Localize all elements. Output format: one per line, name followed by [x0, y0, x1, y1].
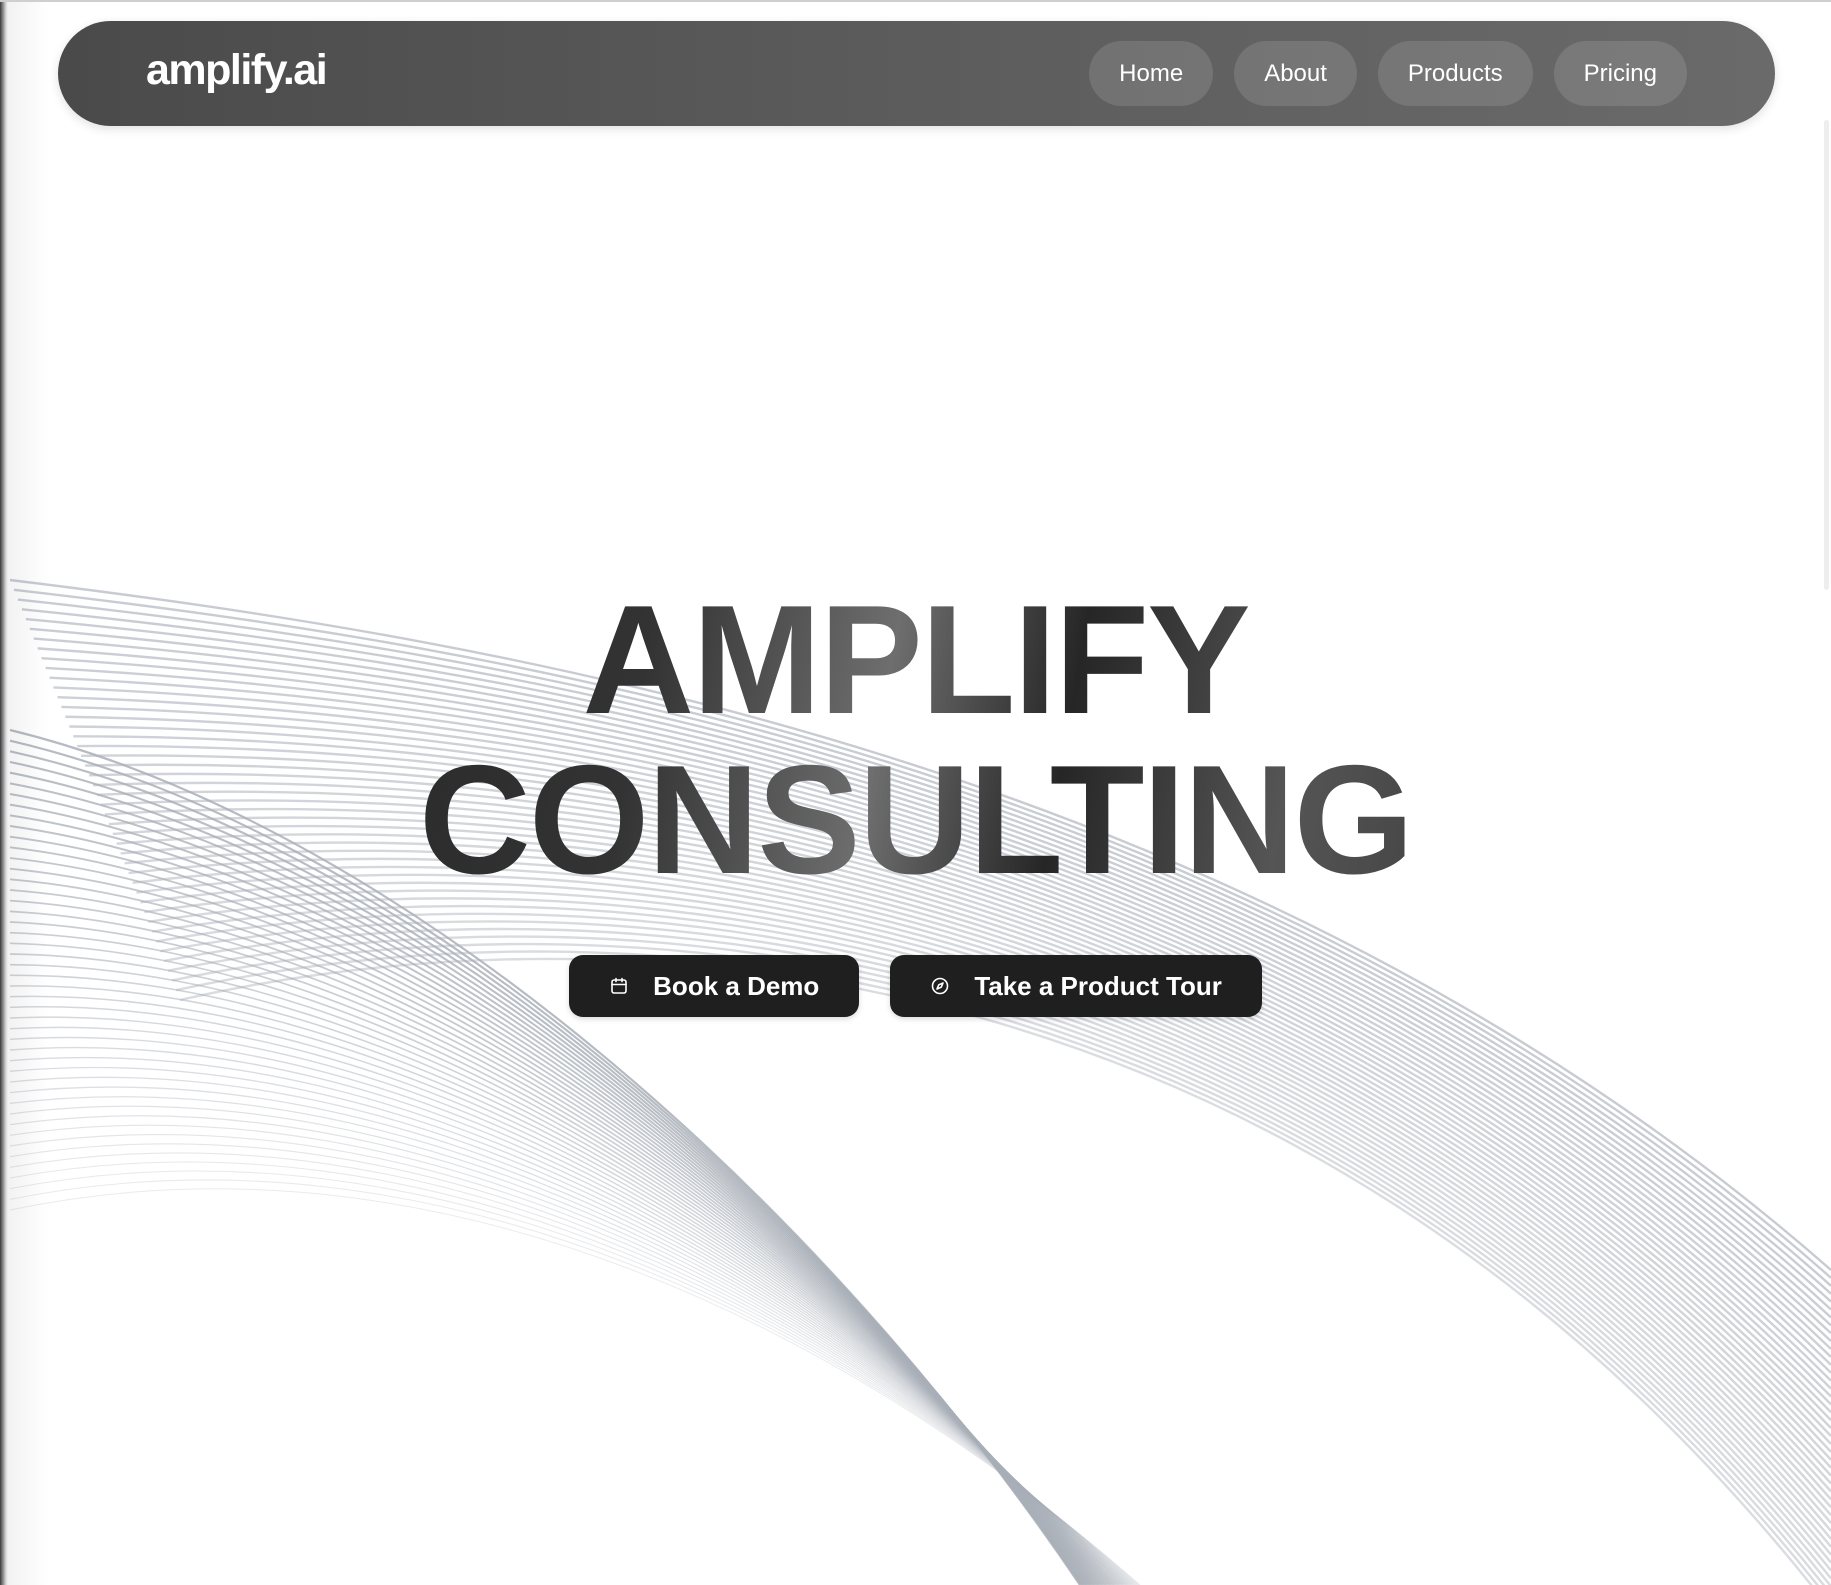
nav-item-about[interactable]: About — [1234, 41, 1357, 106]
cta-row: Book a Demo Take a Product Tour — [0, 955, 1831, 1017]
compass-icon — [930, 976, 950, 996]
book-demo-label: Book a Demo — [653, 970, 820, 1001]
scrollbar-thumb[interactable] — [1824, 120, 1829, 590]
calendar-icon — [609, 976, 629, 996]
brand-logo[interactable]: amplify.ai — [146, 49, 328, 92]
page: amplify.ai Home About Products Pricing A… — [0, 0, 1831, 1585]
book-demo-button[interactable]: Book a Demo — [569, 955, 860, 1017]
main-nav: Home About Products Pricing — [1089, 41, 1687, 106]
nav-item-pricing[interactable]: Pricing — [1553, 41, 1687, 106]
hero-title-line-2: CONSULTING — [418, 733, 1413, 906]
nav-item-products[interactable]: Products — [1377, 41, 1533, 106]
navbar: amplify.ai Home About Products Pricing — [58, 21, 1775, 126]
hero-title-line-1: AMPLIFY — [582, 573, 1249, 746]
window-top-border — [0, 0, 1831, 2]
nav-item-home[interactable]: Home — [1089, 41, 1214, 106]
hero-title: AMPLIFY CONSULTING — [0, 580, 1831, 900]
product-tour-label: Take a Product Tour — [974, 970, 1222, 1001]
product-tour-button[interactable]: Take a Product Tour — [890, 955, 1262, 1017]
